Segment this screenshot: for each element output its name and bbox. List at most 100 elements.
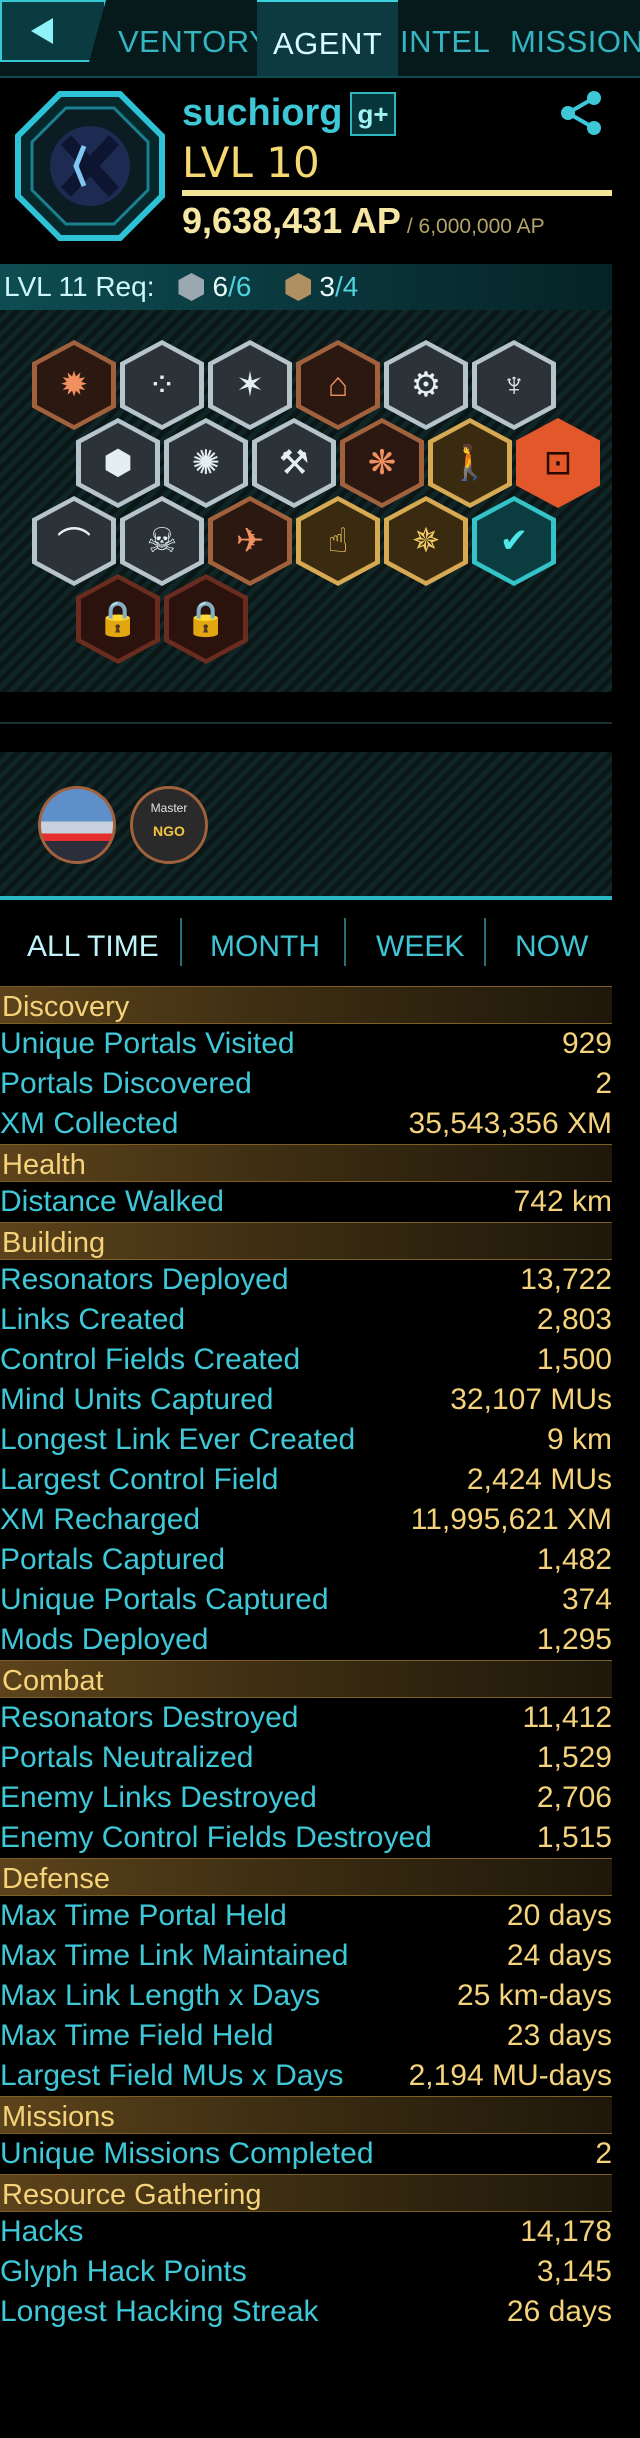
stat-value: 24 days	[506, 1939, 612, 1972]
stat-row: Enemy Links Destroyed 2,706	[0, 1778, 612, 1818]
stat-row: Unique Portals Captured 374	[0, 1580, 612, 1620]
stat-label: Control Fields Created	[0, 1343, 301, 1376]
section-header: Building	[0, 1222, 612, 1260]
stat-row: Unique Portals Visited 929	[0, 1024, 612, 1064]
guardian-badge-icon[interactable]: ⌂	[296, 340, 380, 430]
section-header: Resource Gathering	[0, 2174, 612, 2212]
event-badge-icon[interactable]	[38, 786, 116, 864]
stat-row: Unique Missions Completed 2	[0, 2134, 612, 2174]
locked-badge-icon[interactable]: 🔒	[76, 574, 160, 664]
tab-now[interactable]: NOW	[515, 930, 588, 964]
stat-value: 1,529	[536, 1741, 612, 1774]
hacker-badge-icon[interactable]: ⚙	[384, 340, 468, 430]
seer-badge-icon[interactable]: ☠	[120, 496, 204, 586]
stat-label: Links Created	[0, 1303, 186, 1336]
agent-avatar[interactable]	[14, 90, 166, 242]
explorer-badge-icon[interactable]: ✹	[32, 340, 116, 430]
stat-row: Resonators Destroyed 11,412	[0, 1698, 612, 1738]
recharger-badge-icon[interactable]: ❋	[340, 418, 424, 508]
stat-label: Max Time Link Maintained	[0, 1939, 349, 1972]
mind-controller-badge-icon[interactable]: ♆	[472, 340, 556, 430]
stat-label: Mind Units Captured	[0, 1383, 274, 1416]
silver-need: /6	[228, 271, 252, 302]
stat-row: Mods Deployed 1,295	[0, 1620, 612, 1660]
stat-row: Max Time Portal Held 20 days	[0, 1896, 612, 1936]
stat-row: Resonators Deployed 13,722	[0, 1260, 612, 1300]
engineer-badge-icon[interactable]: ⚒	[252, 418, 336, 508]
stat-label: Unique Portals Captured	[0, 1583, 329, 1616]
stat-value: 1,515	[536, 1821, 612, 1854]
stat-row: Longest Hacking Streak 26 days	[0, 2292, 612, 2332]
gold-have: 3	[319, 271, 335, 302]
verified-badge-icon[interactable]: ✔	[472, 496, 556, 586]
stat-value: 2	[595, 1067, 612, 1100]
stat-label: Largest Field MUs x Days	[0, 2059, 344, 2092]
stat-label: Distance Walked	[0, 1185, 224, 1218]
stat-value: 26 days	[506, 2295, 612, 2328]
stat-value: 35,543,356 XM	[408, 1107, 612, 1140]
tab-week[interactable]: WEEK	[376, 930, 464, 964]
stat-label: Max Time Field Held	[0, 2019, 274, 2052]
stat-value: 929	[561, 1027, 612, 1060]
section-header: Missions	[0, 2096, 612, 2134]
stat-row: Mind Units Captured 32,107 MUs	[0, 1380, 612, 1420]
tab-missions[interactable]: MISSIONS	[510, 0, 640, 76]
section-header: Defense	[0, 1858, 612, 1896]
stat-row: Max Link Length x Days 25 km-days	[0, 1976, 612, 2016]
divider	[0, 722, 612, 724]
agent-name: suchiorg	[182, 92, 343, 134]
stat-value: 25 km-days	[456, 1979, 612, 2012]
tab-inventory[interactable]: VENTORY	[118, 0, 270, 76]
gold-need: /4	[335, 271, 359, 302]
stat-label: Max Time Portal Held	[0, 1899, 287, 1932]
stat-label: Glyph Hack Points	[0, 2255, 247, 2288]
top-nav: VENTORY AGENT INTEL MISSIONS	[0, 0, 640, 78]
tab-intel[interactable]: INTEL	[400, 0, 490, 76]
builder-badge-icon[interactable]: ⬢	[76, 418, 160, 508]
badge-grid: ✹ ⁘ ✶ ⌂ ⚙ ♆ ⬢ ✺ ⚒ ❋ 🚶 ⊡ ⌒ ☠ ✈ ☝ ✵ ✔ 🔒 🔒	[0, 310, 612, 692]
illuminator-badge-icon[interactable]: ✵	[384, 496, 468, 586]
stat-row: Portals Discovered 2	[0, 1064, 612, 1104]
event-badges: Master NGO	[0, 752, 612, 896]
stat-label: Portals Neutralized	[0, 1741, 254, 1774]
stat-label: Portals Discovered	[0, 1067, 252, 1100]
stat-value: 14,178	[520, 2215, 612, 2248]
trekker-badge-icon[interactable]: 🚶	[428, 418, 512, 508]
tab-divider	[484, 918, 486, 966]
specops-badge-icon[interactable]: ☝	[296, 496, 380, 586]
tab-all-time[interactable]: ALL TIME	[27, 930, 159, 964]
stat-value: 374	[561, 1583, 612, 1616]
google-plus-button[interactable]: g+	[350, 92, 396, 136]
connector-badge-icon[interactable]: ⁘	[120, 340, 204, 430]
stat-label: Resonators Deployed	[0, 1263, 289, 1296]
stat-label: Unique Missions Completed	[0, 2137, 374, 2170]
back-arrow-icon	[31, 18, 53, 44]
share-icon[interactable]	[556, 88, 606, 138]
translator-badge-icon[interactable]: ⌒	[32, 496, 116, 586]
locked-badge-icon[interactable]: 🔒	[164, 574, 248, 664]
stat-row: Links Created 2,803	[0, 1300, 612, 1340]
stat-value: 742 km	[513, 1185, 612, 1218]
silver-have: 6	[212, 271, 229, 302]
ap-required: / 6,000,000 AP	[406, 215, 545, 238]
stat-row: Longest Link Ever Created 9 km	[0, 1420, 612, 1460]
pioneer-badge-icon[interactable]: ⊡	[516, 418, 600, 508]
back-button[interactable]	[0, 0, 106, 62]
stat-label: XM Collected	[0, 1107, 179, 1140]
stat-label: Enemy Links Destroyed	[0, 1781, 317, 1814]
stat-value: 9 km	[546, 1423, 612, 1456]
tab-month[interactable]: MONTH	[210, 930, 320, 964]
stat-label: Max Link Length x Days	[0, 1979, 321, 2012]
tab-agent[interactable]: AGENT	[257, 0, 399, 76]
stat-value: 11,412	[522, 1701, 612, 1734]
purifier-badge-icon[interactable]: ✶	[208, 340, 292, 430]
stat-label: Portals Captured	[0, 1543, 226, 1576]
stat-row: Largest Field MUs x Days 2,194 MU-days	[0, 2056, 612, 2096]
liberator-badge-icon[interactable]: ✺	[164, 418, 248, 508]
master-ngo-badge-icon[interactable]: Master NGO	[130, 786, 208, 864]
stat-value: 2	[595, 2137, 612, 2170]
sojourner-badge-icon[interactable]: ✈	[208, 496, 292, 586]
stat-row: Distance Walked 742 km	[0, 1182, 612, 1222]
stat-row: Enemy Control Fields Destroyed 1,515	[0, 1818, 612, 1858]
master-label: Master	[150, 801, 188, 815]
